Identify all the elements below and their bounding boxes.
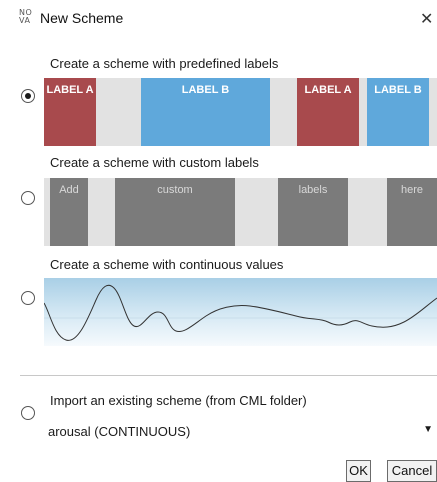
scheme-select-value: arousal (CONTINUOUS) xyxy=(48,424,191,439)
custom-option-caption: Create a scheme with custom labels xyxy=(50,155,259,170)
preview-label-b: LABEL B xyxy=(367,78,429,146)
preview-custom-label: here xyxy=(387,178,437,246)
preview-custom-label: Add xyxy=(50,178,88,246)
title-bar: NO VA New Scheme ✕ xyxy=(0,0,437,36)
preview-custom-label: custom xyxy=(115,178,235,246)
dropdown-arrow-icon: ▼ xyxy=(423,424,433,435)
preview-label-b: LABEL B xyxy=(141,78,270,146)
continuous-option-caption: Create a scheme with continuous values xyxy=(50,257,284,272)
ok-button[interactable]: OK xyxy=(346,460,371,482)
predefined-option-radio[interactable] xyxy=(21,89,35,103)
import-option-radio[interactable] xyxy=(21,406,35,420)
close-icon[interactable]: ✕ xyxy=(420,9,433,28)
cancel-button[interactable]: Cancel xyxy=(387,460,437,482)
predefined-option-caption: Create a scheme with predefined labels xyxy=(50,56,279,71)
section-divider xyxy=(20,375,437,376)
continuous-option-radio[interactable] xyxy=(21,291,35,305)
preview-custom-label: labels xyxy=(278,178,348,246)
scheme-select-dropdown[interactable]: arousal (CONTINUOUS) ▼ xyxy=(44,420,437,442)
preview-label-a: LABEL A xyxy=(44,78,96,146)
continuous-values-preview[interactable] xyxy=(44,278,437,346)
custom-option-radio[interactable] xyxy=(21,191,35,205)
custom-labels-preview[interactable]: Add custom labels here xyxy=(44,178,437,246)
window-title: New Scheme xyxy=(40,10,124,26)
import-option-caption: Import an existing scheme (from CML fold… xyxy=(50,393,307,408)
predefined-labels-preview[interactable]: LABEL A LABEL B LABEL A LABEL B xyxy=(44,78,437,146)
preview-label-a: LABEL A xyxy=(297,78,359,146)
nova-logo-icon: NO VA xyxy=(19,8,33,25)
